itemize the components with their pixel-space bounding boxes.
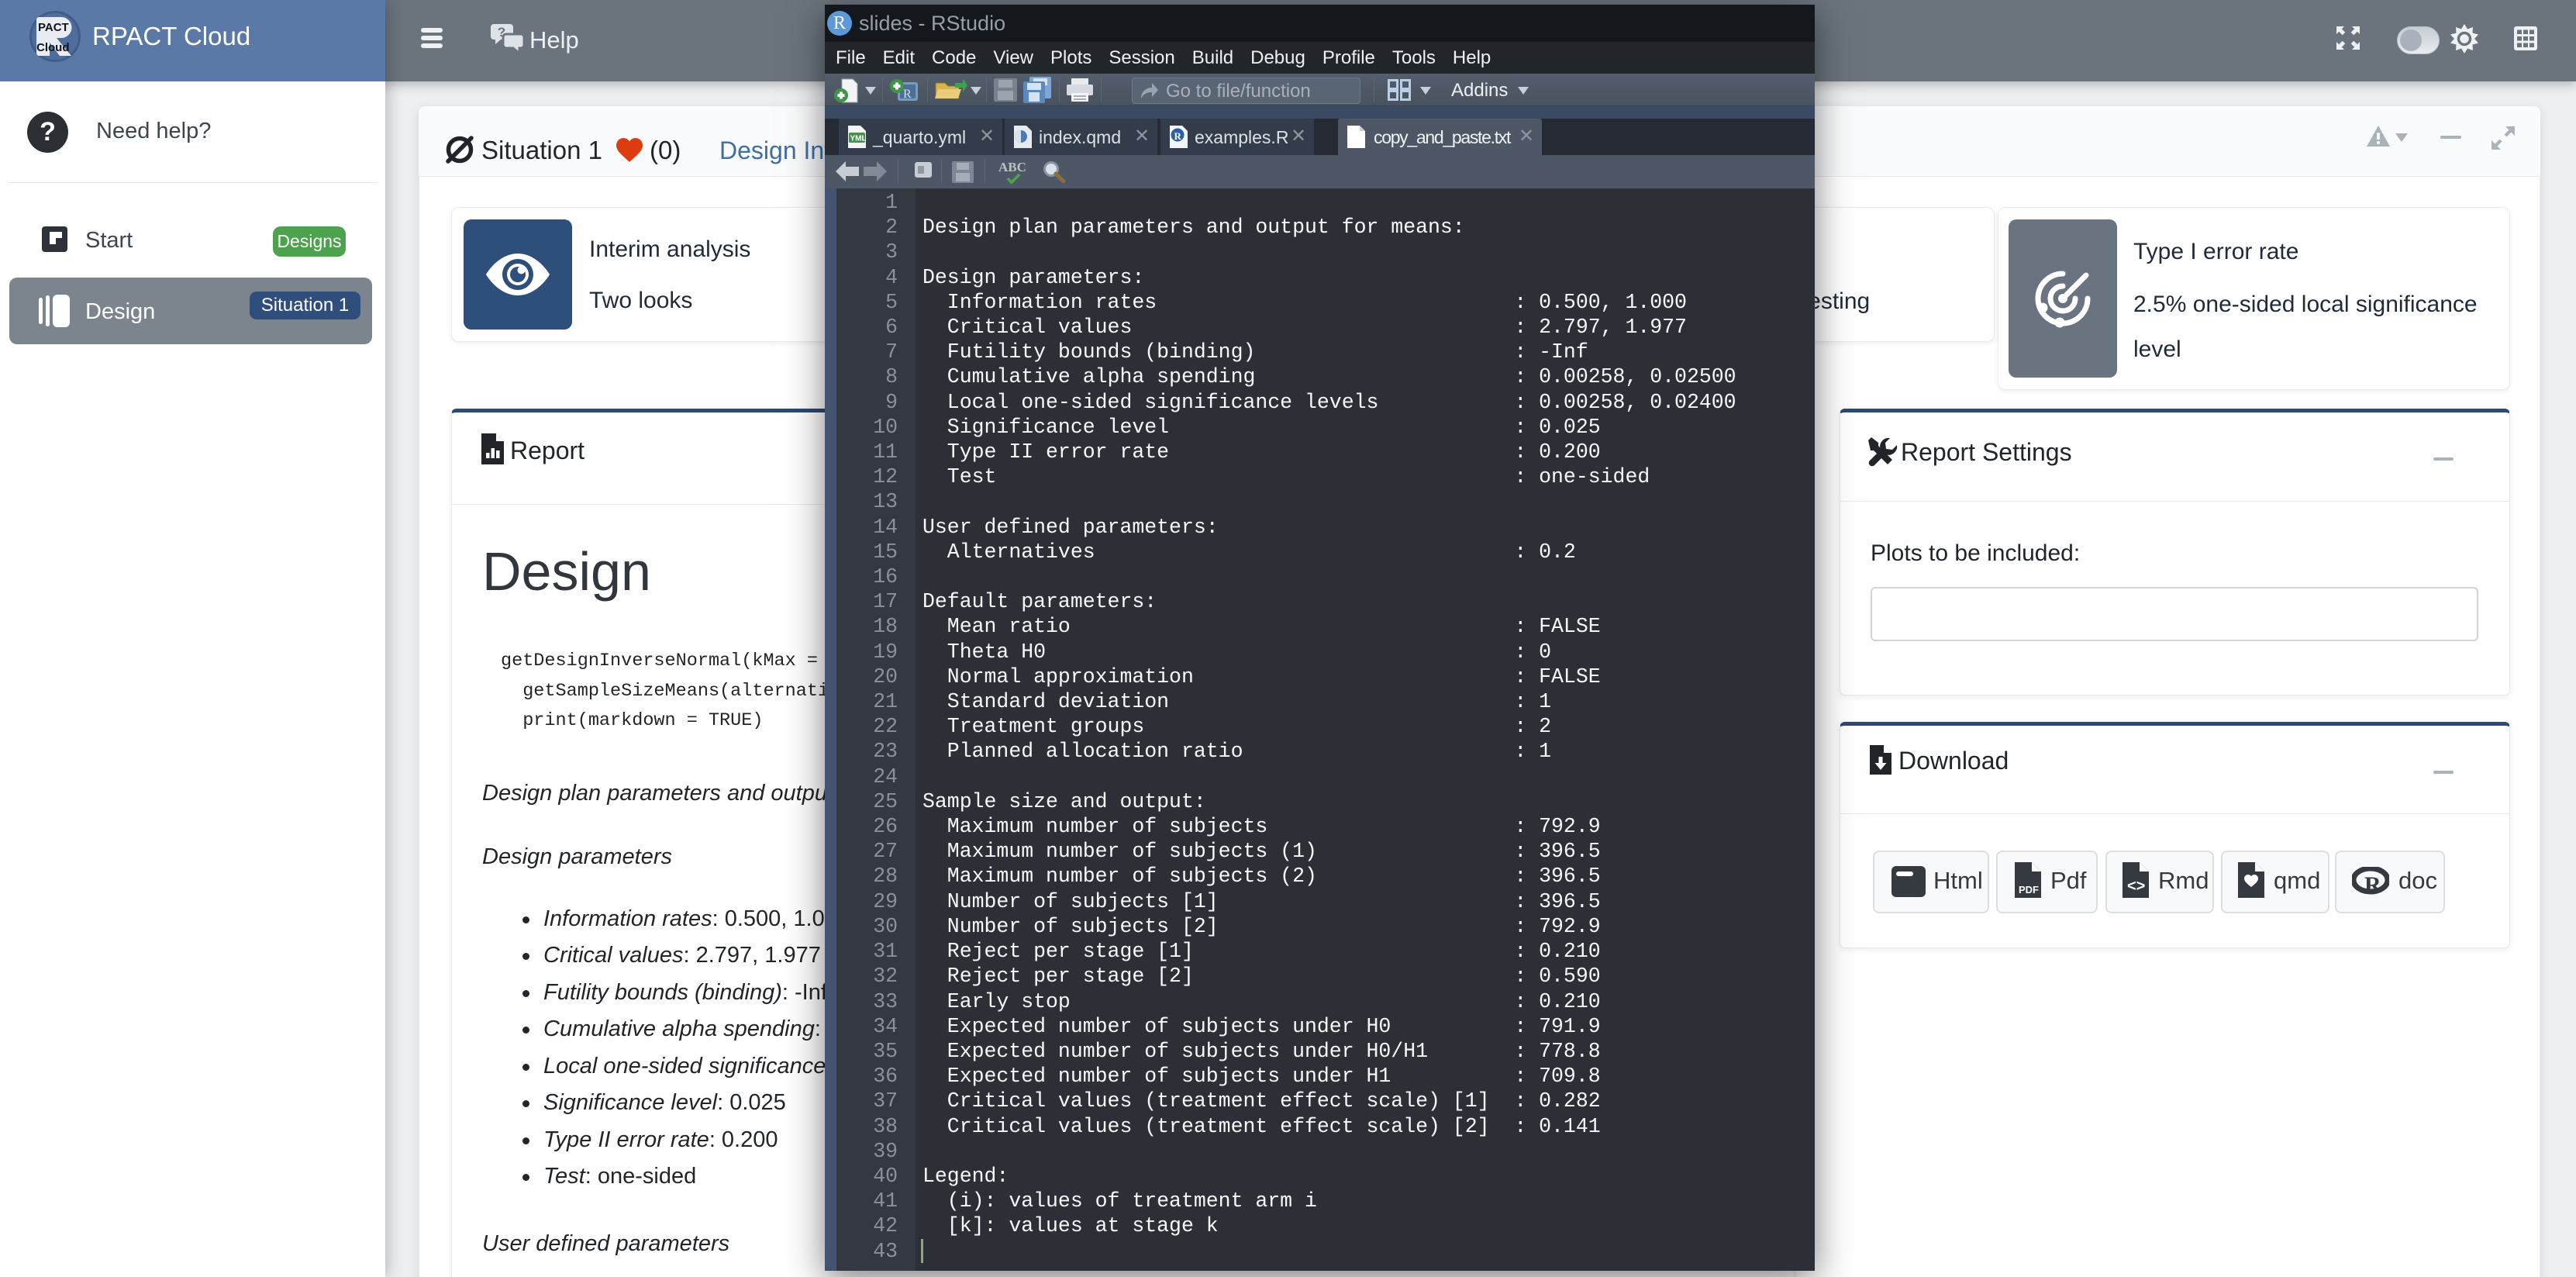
svg-text:R: R [1174, 130, 1182, 142]
svg-text:<>: <> [2127, 878, 2145, 895]
svg-text:R: R [903, 88, 912, 101]
svg-text:PDF: PDF [2019, 884, 2039, 896]
svg-text:YML: YML [850, 135, 867, 143]
svg-text:PACT: PACT [38, 21, 69, 34]
svg-text:R: R [2364, 872, 2381, 896]
svg-text:Cloud: Cloud [36, 41, 70, 54]
